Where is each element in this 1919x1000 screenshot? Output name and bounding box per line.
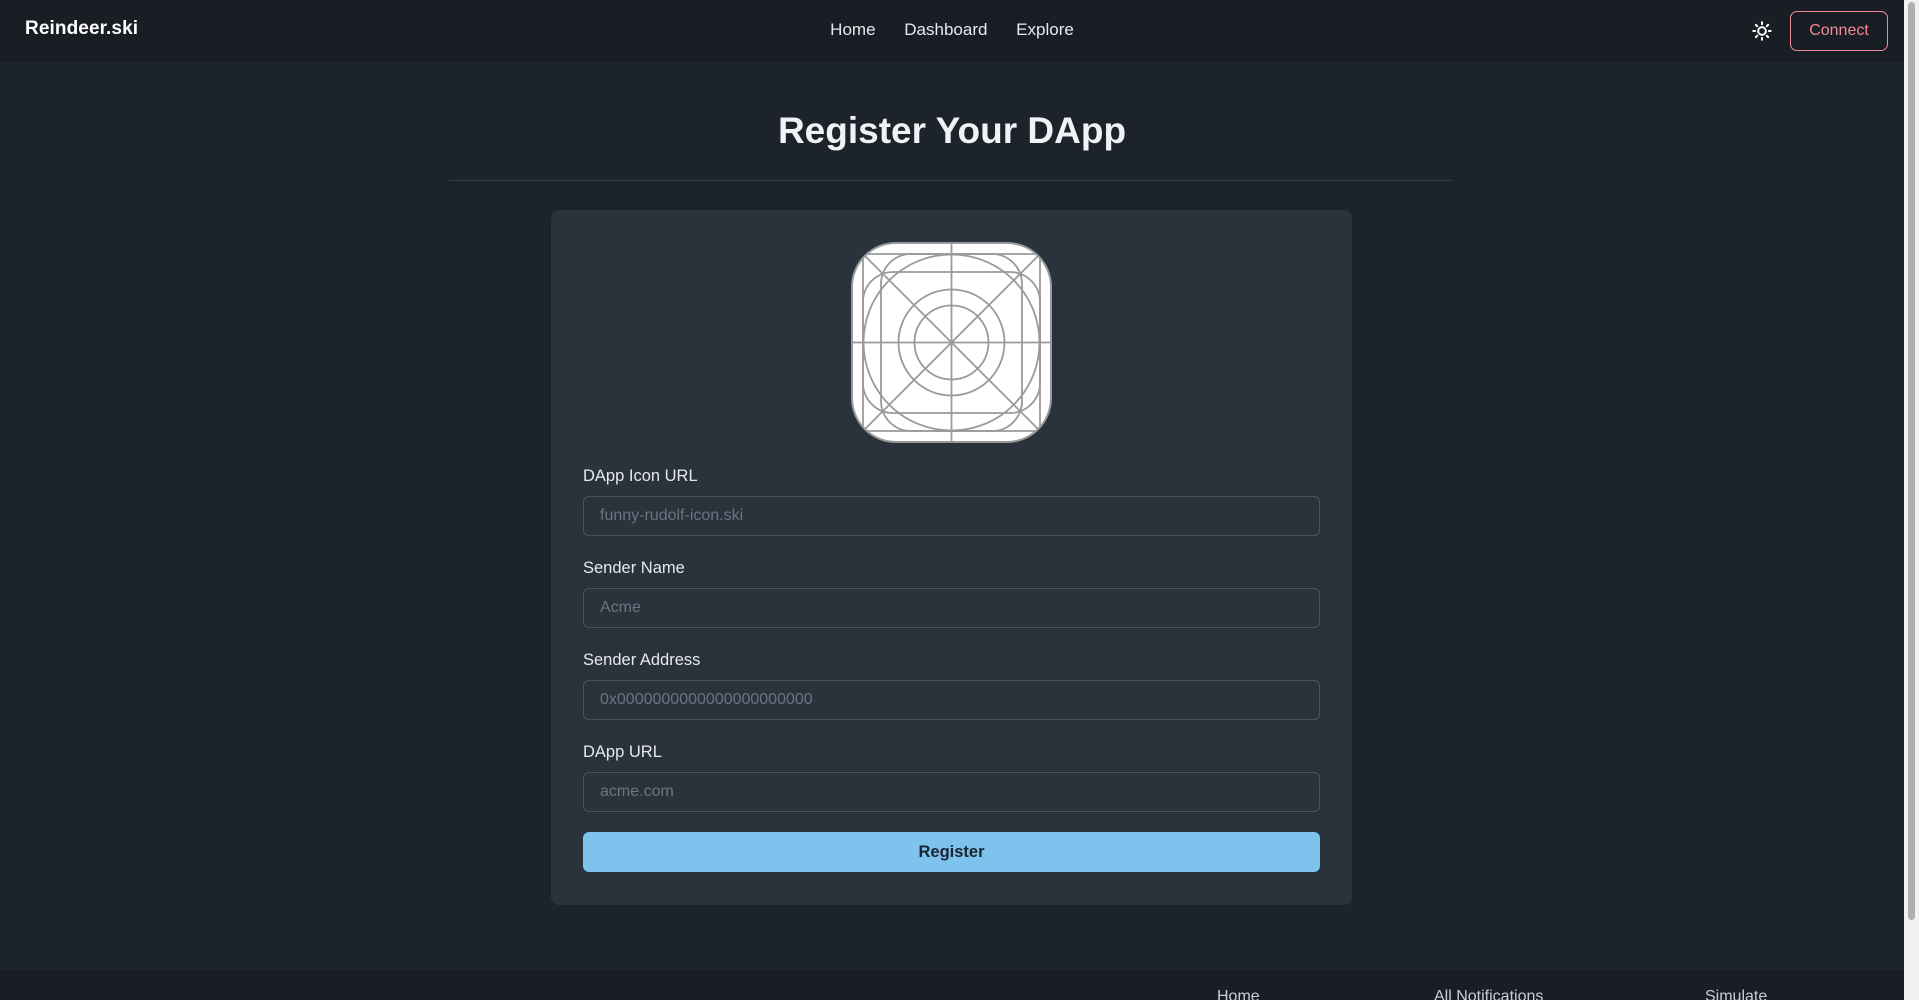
page-scrollbar[interactable]: [1904, 0, 1919, 1000]
sender-name-input[interactable]: [583, 588, 1320, 628]
icon-url-input[interactable]: [583, 496, 1320, 536]
footer-link-simulate[interactable]: Simulate: [1705, 988, 1767, 1000]
divider: [449, 180, 1452, 181]
footer-link-home[interactable]: Home: [1217, 988, 1260, 1000]
scrollbar-thumb[interactable]: [1908, 2, 1915, 920]
sender-name-label: Sender Name: [583, 559, 685, 577]
sender-address-input[interactable]: [583, 680, 1320, 720]
nav-link-explore[interactable]: Explore: [1016, 20, 1074, 39]
nav-link-home[interactable]: Home: [830, 20, 875, 39]
icon-url-label: DApp Icon URL: [583, 467, 698, 485]
app-icon-placeholder: [851, 242, 1052, 443]
page-title: Register Your DApp: [777, 110, 1127, 151]
register-form-card: DApp Icon URL Sender Name Sender Address…: [551, 210, 1352, 905]
footer-link-all-notifications[interactable]: All Notifications: [1434, 988, 1543, 1000]
nav-links: Home Dashboard Explore: [0, 20, 1904, 40]
dapp-url-input[interactable]: [583, 772, 1320, 812]
sender-address-label: Sender Address: [583, 651, 701, 669]
footer: Home All Notifications Simulate: [0, 970, 1904, 1000]
sun-icon[interactable]: [1751, 20, 1773, 42]
nav-link-dashboard[interactable]: Dashboard: [904, 20, 987, 39]
page: Reindeer.ski Home Dashboard Explore Conn…: [0, 0, 1904, 1000]
navbar: Reindeer.ski Home Dashboard Explore Conn…: [0, 0, 1904, 62]
connect-button[interactable]: Connect: [1790, 11, 1888, 51]
register-button[interactable]: Register: [583, 832, 1320, 872]
dapp-url-label: DApp URL: [583, 743, 662, 761]
